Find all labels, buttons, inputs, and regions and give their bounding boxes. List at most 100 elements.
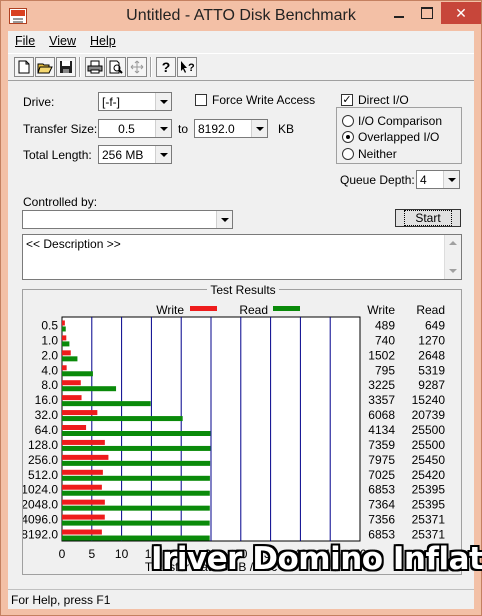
category-label: 32.0 — [35, 408, 59, 422]
transfer-from-select[interactable]: 0.5 — [98, 119, 172, 138]
chevron-down-icon[interactable] — [251, 120, 267, 137]
start-button[interactable]: Start — [395, 209, 461, 227]
to-label: to — [178, 122, 189, 136]
transfer-size-label: Transfer Size: — [23, 122, 98, 136]
write-value: 3357 — [368, 393, 395, 407]
x-tick-label: 5 — [88, 547, 95, 561]
overlapped-io-label: Overlapped I/O — [358, 130, 440, 144]
category-label: 4096.0 — [23, 513, 58, 527]
x-tick-label: 10 — [115, 547, 129, 561]
move-icon[interactable] — [127, 57, 147, 77]
read-bar — [62, 475, 210, 481]
legend-write-swatch — [190, 306, 217, 311]
total-length-label: Total Length: — [23, 148, 92, 162]
read-value: 15240 — [412, 393, 446, 407]
legend-write-label: Write — [156, 303, 184, 317]
menu-help[interactable]: Help — [83, 31, 123, 52]
read-bar — [62, 535, 210, 541]
test-results-group: Test Results 0 5 10 15 20 25 30 35 40 45 50 Transfe… — [22, 283, 462, 575]
drive-select[interactable]: [-f-] — [98, 92, 172, 111]
title-bar[interactable]: Untitled - ATTO Disk Benchmark ✕ — [1, 1, 481, 31]
write-value: 7359 — [368, 438, 395, 452]
category-label: 2.0 — [41, 348, 58, 362]
watermark-caption: Iriver Domino Inflate — [151, 541, 482, 577]
read-value: 25371 — [412, 528, 446, 542]
neither-label: Neither — [358, 147, 397, 161]
write-value: 7975 — [368, 453, 395, 467]
read-value: 25500 — [412, 423, 446, 437]
read-bar — [62, 341, 70, 347]
category-label: 4.0 — [41, 363, 58, 377]
chevron-down-icon[interactable] — [155, 146, 171, 163]
open-icon[interactable] — [35, 57, 55, 77]
help-icon[interactable]: ? — [156, 57, 176, 77]
save-icon[interactable] — [56, 57, 76, 77]
menu-file[interactable]: File — [8, 31, 42, 52]
category-label: 1024.0 — [23, 483, 58, 497]
print-icon[interactable] — [85, 57, 105, 77]
chevron-down-icon[interactable] — [155, 93, 171, 110]
drive-value: [-f-] — [102, 95, 120, 109]
description-box[interactable]: << Description >> — [22, 234, 462, 280]
write-bar — [62, 410, 98, 416]
read-column-header: Read — [416, 303, 445, 317]
direct-io-label: Direct I/O — [358, 93, 409, 107]
controlled-by-select[interactable] — [22, 210, 233, 229]
drive-label: Drive: — [23, 95, 55, 109]
direct-io-checkbox[interactable]: ✓ — [341, 94, 353, 106]
transfer-to-select[interactable]: 8192.0 — [194, 119, 268, 138]
controlled-by-label: Controlled by: — [23, 195, 98, 209]
queue-depth-value: 4 — [420, 173, 427, 187]
write-value: 7356 — [368, 513, 395, 527]
read-bar — [62, 326, 66, 332]
write-bar — [62, 350, 71, 356]
total-length-select[interactable]: 256 MB — [98, 145, 172, 164]
total-length-value: 256 MB — [102, 148, 144, 162]
close-button[interactable]: ✕ — [441, 2, 481, 24]
force-write-checkbox[interactable] — [195, 94, 207, 106]
scroll-down-icon[interactable] — [449, 269, 457, 273]
read-value: 25500 — [412, 438, 446, 452]
minimize-button[interactable] — [385, 2, 413, 24]
context-help-icon[interactable]: ? — [177, 57, 197, 77]
overlapped-io-radio[interactable] — [342, 131, 354, 143]
read-bar — [62, 371, 93, 377]
queue-depth-select[interactable]: 4 — [416, 170, 460, 189]
write-value: 1502 — [368, 348, 395, 362]
io-comparison-label: I/O Comparison — [358, 114, 443, 128]
read-value: 20739 — [412, 408, 446, 422]
scroll-up-icon[interactable] — [449, 241, 457, 245]
write-bar — [62, 484, 102, 490]
read-value: 649 — [425, 318, 445, 332]
write-value: 7364 — [368, 498, 395, 512]
read-bar — [62, 520, 210, 526]
print-preview-icon[interactable] — [106, 57, 126, 77]
start-button-label: Start — [404, 210, 452, 226]
read-value: 5319 — [418, 363, 445, 377]
description-text: << Description >> — [26, 237, 121, 251]
chevron-down-icon[interactable] — [443, 171, 459, 188]
write-value: 795 — [375, 363, 395, 377]
category-label: 64.0 — [35, 423, 59, 437]
status-text: For Help, press F1 — [11, 593, 111, 607]
app-window: Untitled - ATTO Disk Benchmark ✕ File Vi… — [0, 0, 482, 616]
new-icon[interactable] — [14, 57, 34, 77]
maximize-button[interactable] — [413, 2, 441, 24]
read-bar — [62, 505, 210, 511]
write-value: 6853 — [368, 528, 395, 542]
read-value: 9287 — [418, 378, 445, 392]
transfer-to-value: 8192.0 — [198, 122, 235, 136]
io-comparison-radio[interactable] — [342, 115, 354, 127]
category-label: 0.5 — [41, 318, 58, 332]
description-scrollbar[interactable] — [444, 235, 461, 279]
neither-radio[interactable] — [342, 148, 354, 160]
chevron-down-icon[interactable] — [155, 120, 171, 137]
legend-read-swatch — [273, 306, 300, 311]
write-column-header: Write — [367, 303, 395, 317]
write-value: 6068 — [368, 408, 395, 422]
write-bar — [62, 454, 109, 460]
toolbar: ? ? — [8, 53, 474, 81]
transfer-from-value: 0.5 — [118, 122, 135, 136]
chevron-down-icon[interactable] — [216, 211, 232, 228]
menu-view[interactable]: View — [42, 31, 83, 52]
